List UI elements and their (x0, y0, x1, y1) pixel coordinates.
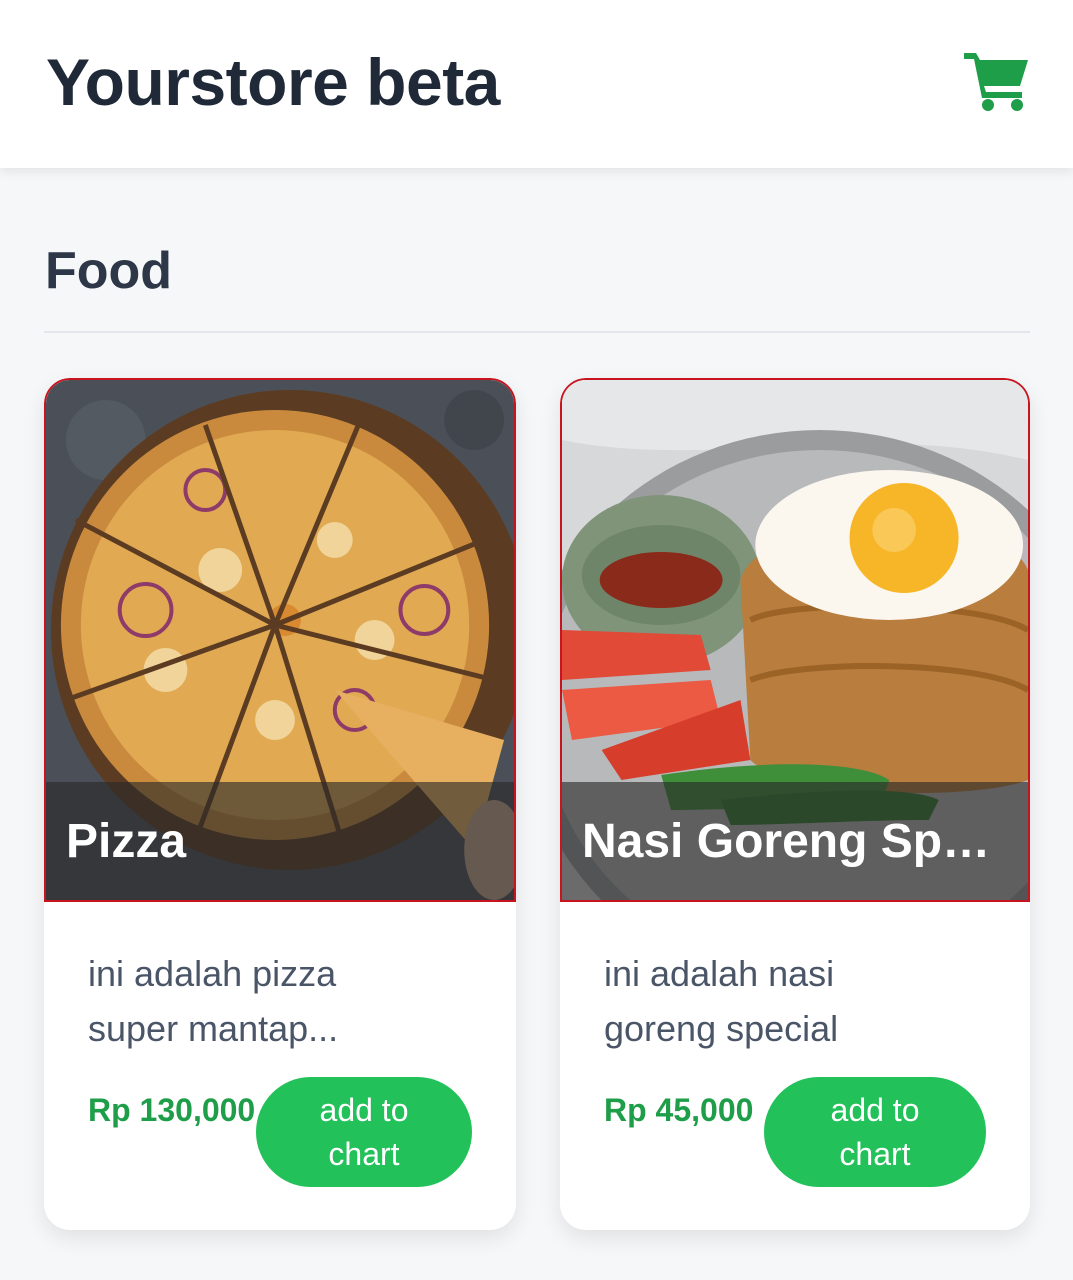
product-card-pizza[interactable]: Pizza ini adalah pizza super mantap... R… (44, 378, 516, 1230)
add-to-chart-button[interactable]: add to chart (256, 1077, 472, 1187)
product-name-overlay: Nasi Goreng Special (562, 782, 1028, 900)
section-title: Food (45, 242, 173, 300)
product-name-overlay: Pizza (46, 782, 514, 900)
product-card-nasi-goreng[interactable]: Nasi Goreng Special ini adalah nasi gore… (560, 378, 1030, 1230)
cart-button[interactable] (962, 48, 1032, 112)
product-description: ini adalah nasi goreng special (604, 953, 839, 1049)
app-title: Yourstore beta (46, 45, 500, 119)
add-to-chart-button[interactable]: add to chart (764, 1077, 986, 1187)
product-description: ini adalah pizza super mantap... (88, 953, 339, 1049)
product-price: Rp 45,000 (604, 1092, 754, 1128)
product-image-nasi-goreng[interactable]: Nasi Goreng Special (560, 378, 1030, 902)
product-price: Rp 130,000 (88, 1092, 256, 1128)
product-name: Pizza (66, 815, 187, 868)
section-divider (44, 331, 1030, 333)
product-image-pizza[interactable]: Pizza (44, 378, 516, 902)
shopping-cart-icon (964, 53, 1028, 111)
product-name: Nasi Goreng Special (582, 815, 1014, 868)
app-header: Yourstore beta (0, 0, 1073, 168)
